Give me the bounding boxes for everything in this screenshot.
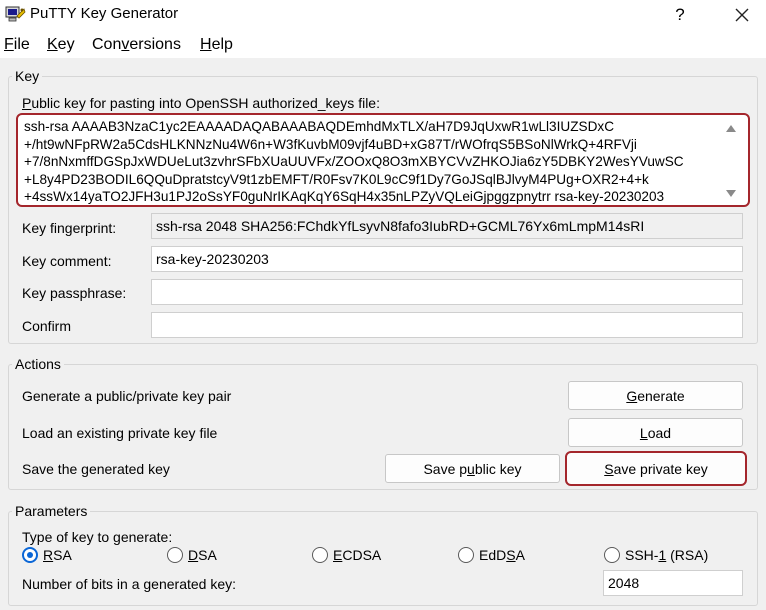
public-key-textarea[interactable]: ssh-rsa AAAAB3NzaC1yc2EAAAADAQABAAABAQDE…: [16, 113, 750, 207]
confirm-passphrase-input[interactable]: [151, 312, 743, 338]
comment-field[interactable]: rsa-key-20230203: [151, 246, 743, 272]
public-key-text: ssh-rsa AAAAB3NzaC1yc2EAAAADAQABAAABAQDE…: [24, 119, 684, 205]
title-bar: PuTTY Key Generator ?: [0, 0, 766, 30]
confirm-label: Confirm: [22, 318, 72, 334]
menu-conversions[interactable]: Conversions: [92, 36, 181, 54]
putty-app-icon: [5, 6, 26, 22]
actions-group-label: Actions: [12, 356, 64, 372]
window-title: PuTTY Key Generator: [30, 5, 179, 22]
save-description: Save the generated key: [22, 461, 170, 477]
radio-eddsa[interactable]: [458, 547, 474, 563]
passphrase-input[interactable]: [151, 279, 743, 305]
radio-ecdsa-label[interactable]: ECDSA: [333, 547, 381, 563]
menu-bar: File Key Conversions Help: [0, 30, 766, 58]
generate-description: Generate a public/private key pair: [22, 388, 232, 404]
radio-ssh1-rsa[interactable]: [604, 547, 620, 563]
scroll-up-arrow-icon[interactable]: [726, 125, 736, 132]
key-type-label: Type of key to generate:: [22, 529, 173, 545]
generate-button[interactable]: Generate: [568, 381, 743, 410]
load-description: Load an existing private key file: [22, 425, 218, 441]
bits-input[interactable]: [603, 570, 743, 596]
fingerprint-field[interactable]: ssh-rsa 2048 SHA256:FChdkYfLsyvN8fafo3Iu…: [151, 213, 743, 239]
help-button[interactable]: ?: [668, 3, 692, 27]
radio-ecdsa[interactable]: [312, 547, 328, 563]
radio-rsa[interactable]: [22, 547, 38, 563]
passphrase-label: Key passphrase:: [22, 285, 127, 301]
menu-help[interactable]: Help: [200, 36, 233, 54]
radio-ssh1-rsa-label[interactable]: SSH-1 (RSA): [625, 547, 708, 563]
comment-label: Key comment:: [22, 253, 112, 269]
radio-eddsa-label[interactable]: EdDSA: [479, 547, 525, 563]
save-public-key-button[interactable]: Save public key: [385, 454, 560, 483]
close-icon[interactable]: [730, 3, 754, 27]
bits-label: Number of bits in a generated key:: [22, 576, 237, 592]
menu-file[interactable]: File: [4, 36, 30, 54]
save-private-key-button[interactable]: Save private key: [565, 451, 747, 486]
radio-dsa-label[interactable]: DSA: [188, 547, 217, 563]
radio-rsa-label[interactable]: RSA: [43, 547, 72, 563]
load-button[interactable]: Load: [568, 418, 743, 447]
key-group-label: Key: [12, 68, 43, 84]
fingerprint-label: Key fingerprint:: [22, 220, 117, 236]
menu-key[interactable]: Key: [47, 36, 75, 54]
parameters-group-label: Parameters: [12, 503, 91, 519]
radio-dsa[interactable]: [167, 547, 183, 563]
public-key-label: Public key for pasting into OpenSSH auth…: [22, 95, 380, 111]
scroll-down-arrow-icon[interactable]: [726, 190, 736, 197]
